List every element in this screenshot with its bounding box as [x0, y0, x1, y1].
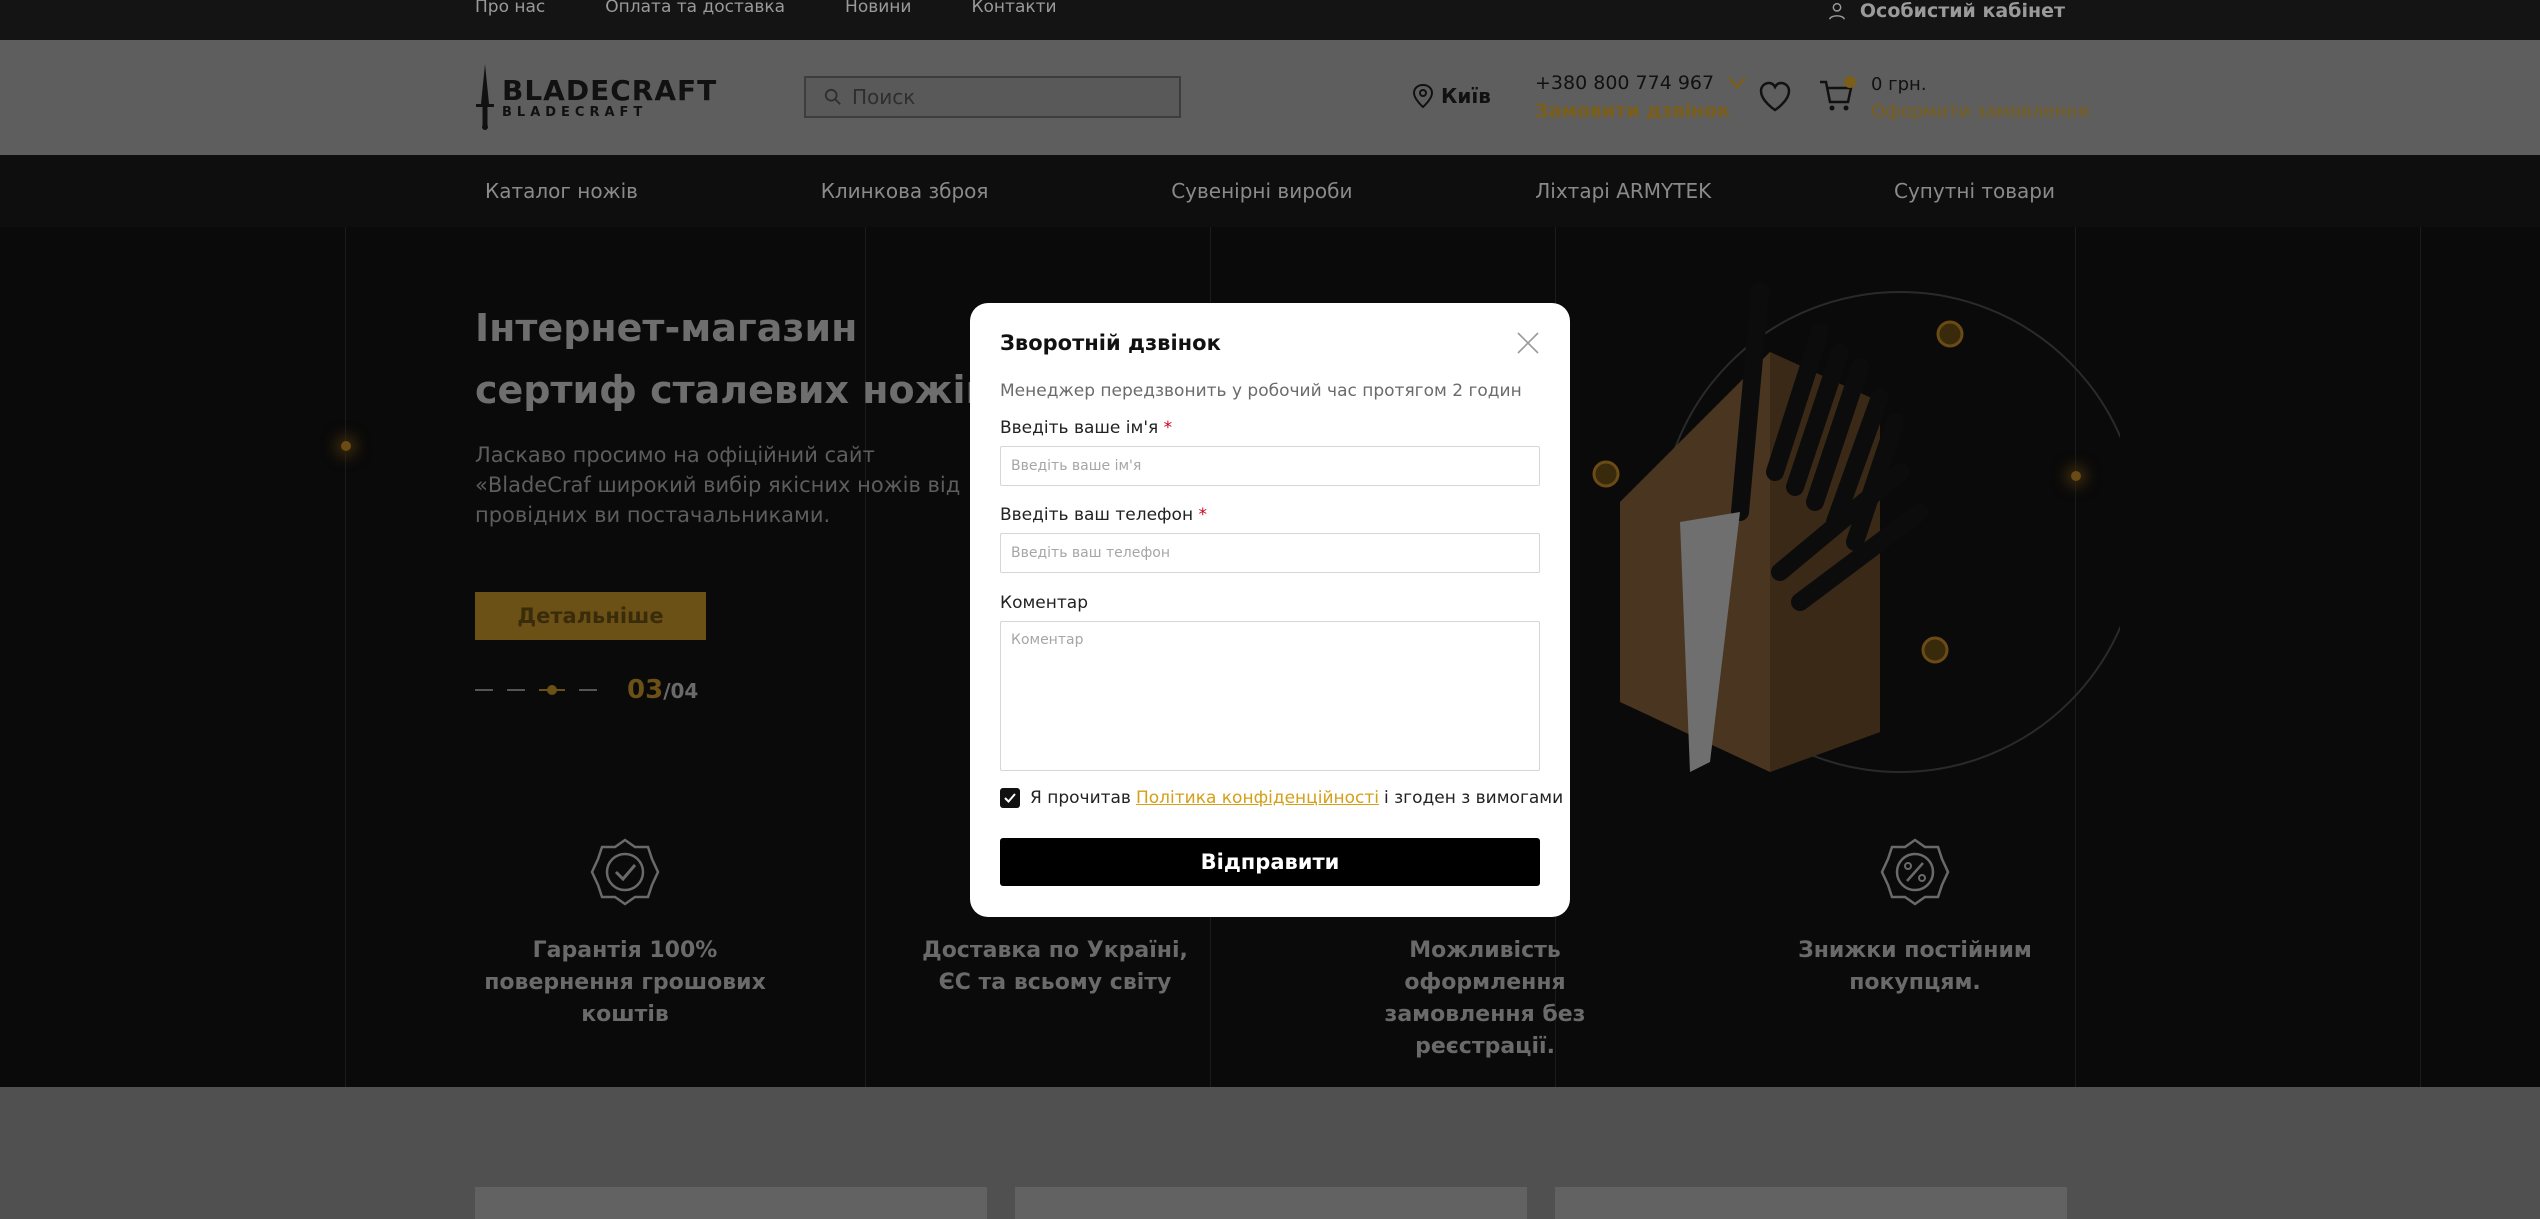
- consent-text-after: і згоден з вимогами: [1383, 788, 1564, 808]
- modal-subtitle: Менеджер передзвонить у робочий час прот…: [1000, 381, 1522, 401]
- required-mark: *: [1163, 418, 1173, 438]
- consent-text-before: Я прочитав: [1030, 788, 1131, 808]
- required-mark: *: [1198, 505, 1207, 525]
- comment-field[interactable]: [1000, 621, 1540, 771]
- close-icon[interactable]: [1516, 331, 1540, 355]
- phone-field[interactable]: [1000, 533, 1540, 573]
- submit-button[interactable]: Відправити: [1000, 838, 1540, 886]
- name-label: Введіть ваше ім'я *: [1000, 418, 1173, 438]
- privacy-policy-link[interactable]: Політика конфіденційності: [1136, 788, 1379, 808]
- comment-label: Коментар: [1000, 593, 1088, 613]
- consent-checkbox[interactable]: [1000, 788, 1020, 808]
- name-field[interactable]: [1000, 446, 1540, 486]
- checkmark-icon: [1004, 793, 1016, 803]
- callback-modal: Зворотній дзвінок Менеджер передзвонить …: [970, 303, 1570, 917]
- phone-label: Введіть ваш телефон *: [1000, 505, 1207, 525]
- modal-title: Зворотній дзвінок: [1000, 331, 1221, 355]
- privacy-consent: Я прочитав Політика конфіденційності і з…: [1000, 788, 1563, 808]
